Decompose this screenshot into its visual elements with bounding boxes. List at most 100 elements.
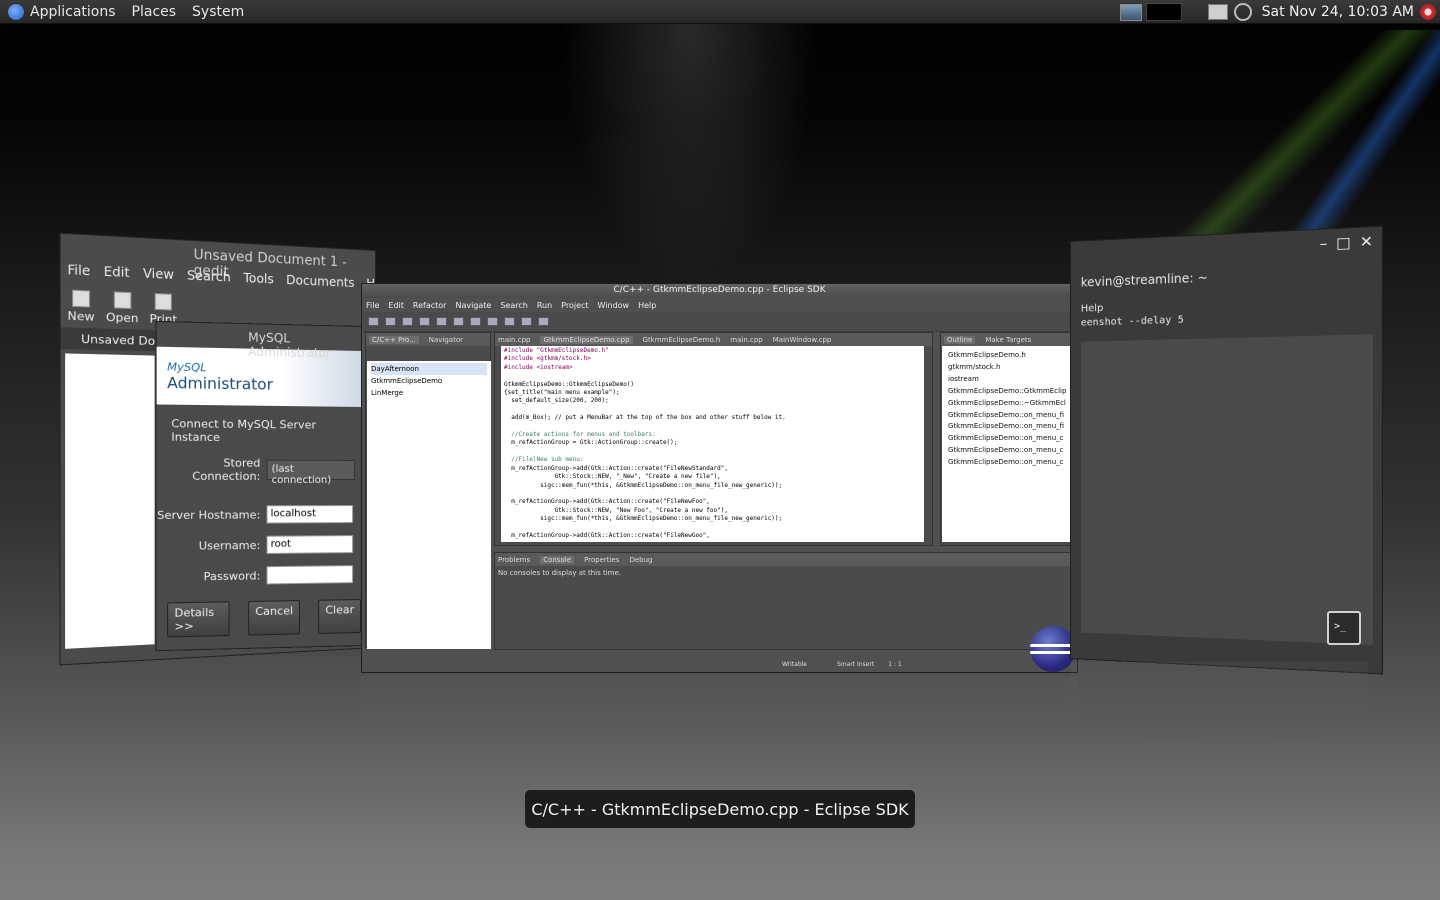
build-icon[interactable] (419, 317, 430, 326)
minimize-icon[interactable]: – (1320, 236, 1328, 253)
terminal-menu-help[interactable]: Help (1081, 303, 1104, 315)
forward-icon[interactable] (538, 317, 549, 326)
editor-tab[interactable]: main.cpp (730, 336, 762, 344)
applications-menu[interactable]: Applications (30, 4, 116, 20)
tree-item[interactable]: LinMerge (371, 387, 487, 399)
eclipse-menu-run[interactable]: Run (537, 301, 552, 310)
username-input[interactable]: root (266, 535, 354, 554)
tree-item[interactable]: GtkmmEclipseDemo (371, 375, 487, 387)
new-class-icon[interactable] (470, 317, 481, 326)
code-line[interactable] (504, 490, 921, 498)
eclipse-menu-window[interactable]: Window (598, 301, 630, 310)
password-input[interactable] (266, 565, 354, 585)
code-line[interactable]: add(m_Box); // put a MenuBar at the top … (504, 414, 921, 422)
terminal-body[interactable] (1080, 334, 1373, 646)
tab-make-targets[interactable]: Make Targets (985, 336, 1031, 344)
code-line[interactable]: Gtk::Stock::NEW, "_New", "Create a new f… (504, 473, 921, 481)
tree-item[interactable]: DayAfternoon (371, 363, 487, 375)
tab-navigator[interactable]: Navigator (429, 336, 463, 344)
eclipse-menu-file[interactable]: File (366, 301, 379, 310)
run-icon[interactable] (453, 317, 464, 326)
tab-problems[interactable]: Problems (498, 556, 530, 564)
cancel-button[interactable]: Cancel (248, 600, 301, 636)
open-type-icon[interactable] (487, 317, 498, 326)
outline-item[interactable]: gtkmm/stock.h (948, 362, 1068, 374)
tab-properties[interactable]: Properties (584, 556, 619, 564)
back-icon[interactable] (521, 317, 532, 326)
code-line[interactable]: //File|New sub menu: (504, 456, 921, 464)
network-icon[interactable] (1207, 4, 1228, 20)
eclipse-menu-project[interactable]: Project (561, 301, 588, 310)
code-line[interactable] (504, 423, 921, 431)
outline-item[interactable]: GtkmmEclipseDemo::on_menu_fi (948, 421, 1068, 433)
editor-tab-active[interactable]: GtkmmEclipseDemo.cpp (540, 335, 633, 344)
code-line[interactable]: Gtk::Stock::NEW, "New Foo", "Create a ne… (504, 507, 921, 515)
mysql-admin-window[interactable]: MySQL Administrator MySQL Administrator … (155, 320, 362, 652)
gedit-open-button[interactable]: Open (106, 291, 139, 325)
code-line[interactable]: sigc::mem_fun(*this, &GtkmmEclipseDemo::… (504, 482, 921, 490)
eclipse-menu-help[interactable]: Help (638, 301, 656, 310)
system-menu[interactable]: System (192, 4, 244, 20)
eclipse-menu-navigate[interactable]: Navigate (455, 301, 491, 310)
code-line[interactable] (504, 372, 921, 380)
gedit-menu-tools[interactable]: Tools (243, 271, 274, 295)
outline-item[interactable]: GtkmmEclipseDemo::GtkmmEclip (948, 386, 1068, 398)
gedit-new-button[interactable]: New (67, 289, 95, 324)
code-line[interactable]: m_refActionGroup->add(Gtk::Action::creat… (504, 465, 921, 473)
gedit-text-area[interactable] (65, 353, 155, 649)
clear-button[interactable]: Clear (318, 599, 362, 635)
code-line[interactable]: m_refActionGroup = Gtk::ActionGroup::cre… (504, 439, 921, 447)
debug-icon[interactable] (436, 317, 447, 326)
hostname-input[interactable]: localhost (266, 505, 354, 524)
outline-item[interactable]: GtkmmEclipseDemo::on_menu_c (948, 457, 1068, 469)
outline-item[interactable]: GtkmmEclipseDemo.h (948, 350, 1068, 362)
code-line[interactable] (504, 448, 921, 456)
outline-item[interactable]: GtkmmEclipseDemo::on_menu_fi (948, 410, 1068, 422)
code-line[interactable]: GtkmmEclipseDemo::GtkmmEclipseDemo() (504, 381, 921, 389)
close-icon[interactable]: ✕ (1360, 234, 1373, 252)
code-line[interactable]: {set_title("main menu example"); (504, 389, 921, 397)
workspace-switcher[interactable] (1145, 3, 1182, 21)
new-icon[interactable] (368, 317, 379, 326)
details-button[interactable]: Details >> (167, 601, 230, 638)
workspace-thumbnail-icon[interactable] (1119, 3, 1142, 21)
code-editor[interactable]: #include "GtkmmEclipseDemo.h" #include <g… (501, 346, 924, 542)
code-line[interactable]: #include <iostream> (504, 364, 921, 372)
code-line[interactable] (504, 524, 921, 532)
clock[interactable]: Sat Nov 24, 10:03 AM (1262, 4, 1414, 20)
terminal-window[interactable]: – □ ✕ kevin@streamline: ~ Help eenshot -… (1070, 225, 1384, 675)
places-menu[interactable]: Places (132, 4, 177, 20)
code-line[interactable]: m_refActionGroup->add(Gtk::Action::creat… (504, 532, 921, 540)
tab-debug[interactable]: Debug (629, 556, 652, 564)
outline-item[interactable]: iostream (948, 374, 1068, 386)
tab-console[interactable]: Console (540, 555, 575, 564)
search-icon[interactable] (504, 317, 515, 326)
gedit-menu-search[interactable]: Search (187, 268, 231, 293)
eclipse-menu-edit[interactable]: Edit (388, 301, 404, 310)
outline-item[interactable]: GtkmmEclipseDemo::on_menu_c (948, 433, 1068, 445)
distro-logo-icon[interactable] (8, 3, 24, 20)
volume-icon[interactable] (1233, 3, 1252, 21)
code-line[interactable]: #include "GtkmmEclipseDemo.h" (504, 347, 921, 355)
print-icon[interactable] (402, 317, 413, 326)
eclipse-menu-search[interactable]: Search (500, 301, 527, 310)
stored-connection-select[interactable]: (last connection) (266, 459, 356, 486)
eclipse-window[interactable]: C/C++ - GtkmmEclipseDemo.cpp - Eclipse S… (361, 283, 1078, 673)
gedit-menu-view[interactable]: View (143, 266, 174, 291)
code-line[interactable]: #include <gtkmm/stock.h> (504, 355, 921, 363)
code-line[interactable]: //Create actions for menus and toolbars: (504, 431, 921, 439)
code-line[interactable]: set_default_size(200, 200); (504, 397, 921, 405)
gedit-menu-file[interactable]: File (67, 262, 90, 287)
eclipse-menu-refactor[interactable]: Refactor (413, 301, 447, 310)
maximize-icon[interactable]: □ (1336, 235, 1351, 253)
code-line[interactable] (504, 406, 921, 414)
editor-tab[interactable]: GtkmmEclipseDemo.h (643, 336, 721, 344)
gedit-menu-documents[interactable]: Documents (286, 273, 354, 298)
tab-outline[interactable]: Outline (944, 335, 976, 344)
editor-tab[interactable]: main.cpp (498, 336, 530, 344)
tab-cpp-projects[interactable]: C/C++ Pro... (369, 335, 419, 344)
save-icon[interactable] (385, 317, 396, 326)
code-line[interactable]: m_refActionGroup->add(Gtk::Action::creat… (504, 498, 921, 506)
gedit-menu-edit[interactable]: Edit (104, 264, 130, 289)
power-icon[interactable] (1420, 4, 1436, 20)
